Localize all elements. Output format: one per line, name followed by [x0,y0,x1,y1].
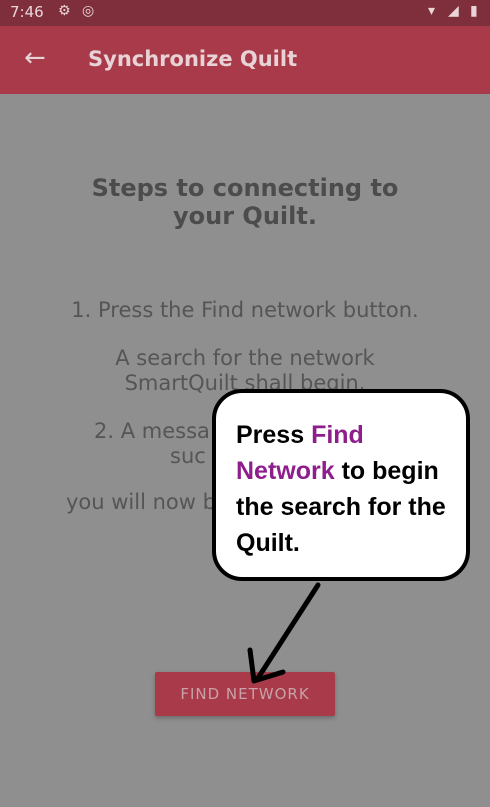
callout-arrow-icon [247,582,321,684]
